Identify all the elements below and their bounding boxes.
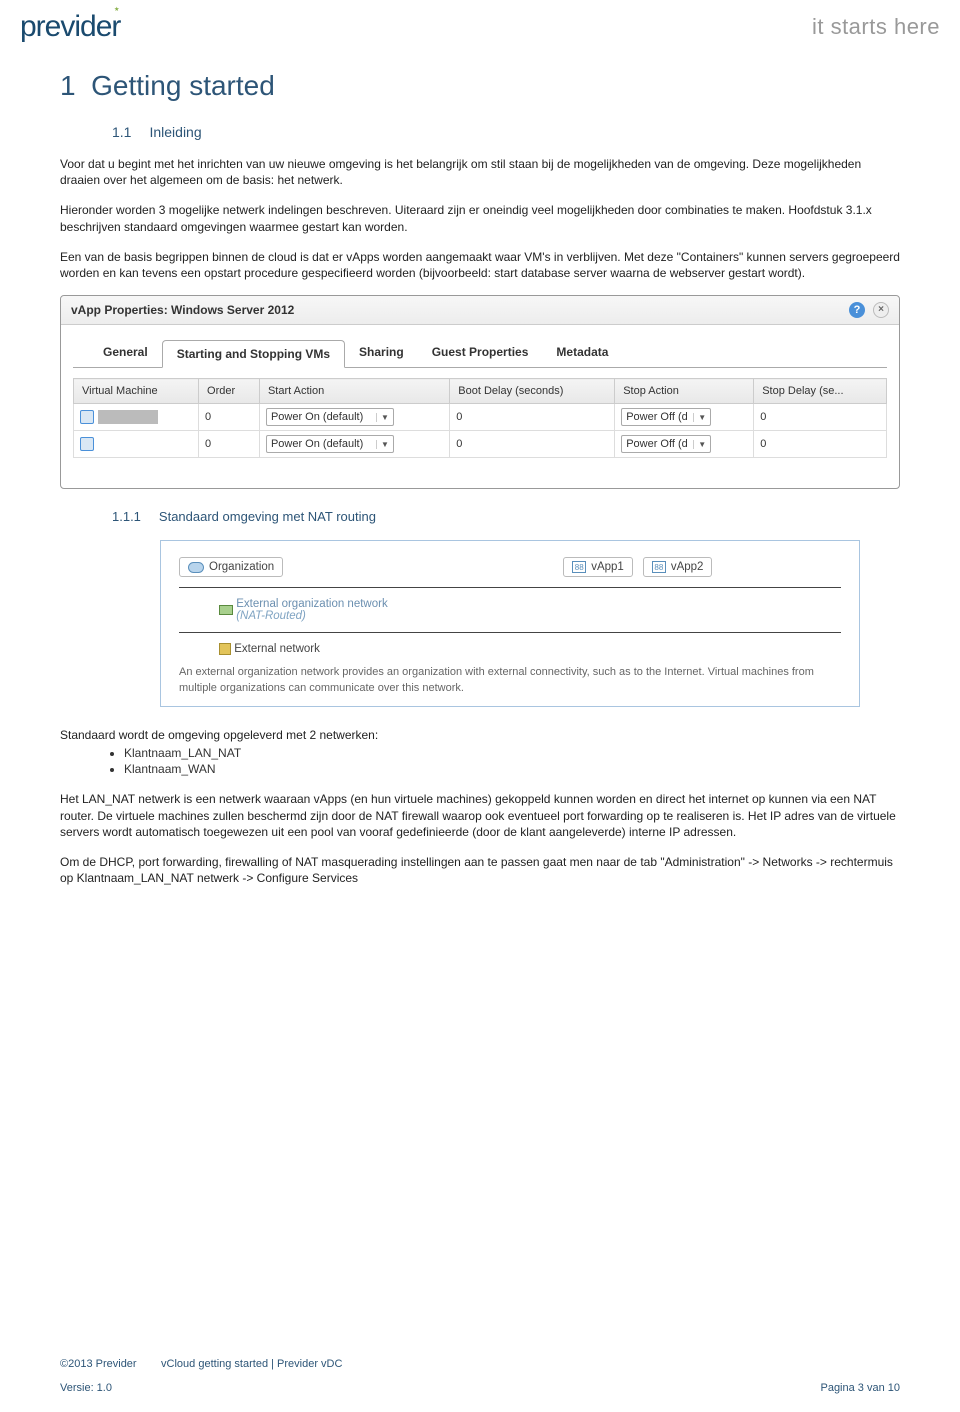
footer-center: vCloud getting started | Previder vDC xyxy=(161,1358,342,1370)
h2-number: 1.1 xyxy=(112,124,131,140)
chevron-down-icon: ▼ xyxy=(693,413,706,422)
cell-boot-delay[interactable]: 0 xyxy=(450,404,615,431)
cell-boot-delay[interactable]: 0 xyxy=(450,431,615,458)
vapp-icon: 88 xyxy=(572,561,586,573)
h2-text: Inleiding xyxy=(149,124,201,140)
col-stop-delay[interactable]: Stop Delay (se... xyxy=(754,379,887,404)
cell-order[interactable]: 0 xyxy=(199,431,260,458)
h3-number: 1.1.1 xyxy=(112,509,141,524)
tab-starting-stopping-vms[interactable]: Starting and Stopping VMs xyxy=(162,340,345,368)
extorg-sub: (NAT-Routed) xyxy=(236,610,306,622)
table-row[interactable]: 0 Power On (default) ▼ 0 Power Off (d ▼ 0 xyxy=(74,404,887,431)
dd-value: Power Off (d xyxy=(626,411,688,423)
diagram-line xyxy=(179,632,841,633)
start-action-dropdown[interactable]: Power On (default) ▼ xyxy=(266,408,394,426)
list-item: Klantnaam_LAN_NAT xyxy=(124,745,900,761)
col-start-action[interactable]: Start Action xyxy=(259,379,449,404)
col-virtual-machine[interactable]: Virtual Machine xyxy=(74,379,199,404)
dd-value: Power On (default) xyxy=(271,411,363,423)
extnet-label: External network xyxy=(234,643,320,655)
tab-metadata[interactable]: Metadata xyxy=(542,339,622,367)
tagline: it starts here xyxy=(812,14,940,40)
tab-sharing[interactable]: Sharing xyxy=(345,339,418,367)
vm-table: Virtual Machine Order Start Action Boot … xyxy=(73,378,887,458)
vm-icon xyxy=(80,410,94,424)
footer-page: Pagina 3 van 10 xyxy=(820,1382,900,1394)
vapp1-label: vApp1 xyxy=(591,561,624,573)
network-diagram: Organization 88 vApp1 88 vApp2 External … xyxy=(160,540,860,707)
logo: previder ٭ xyxy=(20,10,120,44)
para-2: Hieronder worden 3 mogelijke netwerk ind… xyxy=(60,202,900,234)
col-stop-action[interactable]: Stop Action xyxy=(615,379,754,404)
para-6: Om de DHCP, port forwarding, firewalling… xyxy=(60,854,900,886)
list-item: Klantnaam_WAN xyxy=(124,761,900,777)
diagram-caption: An external organization network provide… xyxy=(179,665,841,696)
heading-2: 1.1 Inleiding xyxy=(112,124,900,140)
h1-number: 1 xyxy=(60,70,76,101)
page-footer: ©2013 Previder vCloud getting started | … xyxy=(60,1346,900,1394)
tab-guest-properties[interactable]: Guest Properties xyxy=(418,339,543,367)
network-list: Klantnaam_LAN_NAT Klantnaam_WAN xyxy=(124,745,900,777)
cloud-icon xyxy=(188,562,204,573)
vapp2-label: vApp2 xyxy=(671,561,704,573)
cell-order[interactable]: 0 xyxy=(199,404,260,431)
help-icon[interactable]: ? xyxy=(849,302,865,318)
cell-stop-delay[interactable]: 0 xyxy=(754,431,887,458)
col-order[interactable]: Order xyxy=(199,379,260,404)
close-icon[interactable]: × xyxy=(873,302,889,318)
tab-general[interactable]: General xyxy=(89,339,162,367)
dialog-body: Virtual Machine Order Start Action Boot … xyxy=(73,367,887,488)
external-network-icon xyxy=(219,643,231,655)
vapp-properties-dialog: vApp Properties: Windows Server 2012 ? ×… xyxy=(60,295,900,489)
chevron-down-icon: ▼ xyxy=(376,413,389,422)
dialog-tabs: General Starting and Stopping VMs Sharin… xyxy=(61,325,899,367)
h3-text: Standaard omgeving met NAT routing xyxy=(159,509,376,524)
cell-stop-delay[interactable]: 0 xyxy=(754,404,887,431)
footer-version: Versie: 1.0 xyxy=(60,1382,112,1394)
col-boot-delay[interactable]: Boot Delay (seconds) xyxy=(450,379,615,404)
dialog-title-text: vApp Properties: Windows Server 2012 xyxy=(71,303,294,317)
extorg-label: External organization network xyxy=(236,598,388,610)
vapp1-box: 88 vApp1 xyxy=(563,557,633,577)
logo-text: previder xyxy=(20,10,120,43)
dd-value: Power Off (d xyxy=(626,438,688,450)
table-row[interactable]: 0 Power On (default) ▼ 0 Power Off (d ▼ 0 xyxy=(74,431,887,458)
vapp-icon: 88 xyxy=(652,561,666,573)
org-box: Organization xyxy=(179,557,283,577)
chevron-down-icon: ▼ xyxy=(693,440,706,449)
logo-dots-icon: ٭ xyxy=(114,4,119,15)
h1-text: Getting started xyxy=(91,70,275,101)
diagram-line xyxy=(179,587,841,588)
stop-action-dropdown[interactable]: Power Off (d ▼ xyxy=(621,408,711,426)
network-icon xyxy=(219,605,233,615)
para-3: Een van de basis begrippen binnen de clo… xyxy=(60,249,900,281)
org-label: Organization xyxy=(209,561,274,573)
para-4-intro: Standaard wordt de omgeving opgeleverd m… xyxy=(60,727,900,743)
para-5: Het LAN_NAT netwerk is een netwerk waara… xyxy=(60,791,900,840)
heading-1: 1 Getting started xyxy=(60,70,900,102)
stop-action-dropdown[interactable]: Power Off (d ▼ xyxy=(621,435,711,453)
chevron-down-icon: ▼ xyxy=(376,440,389,449)
vapp2-box: 88 vApp2 xyxy=(643,557,713,577)
dialog-titlebar: vApp Properties: Windows Server 2012 ? × xyxy=(61,296,899,325)
heading-3: 1.1.1 Standaard omgeving met NAT routing xyxy=(112,509,900,524)
footer-copyright: ©2013 Previder xyxy=(60,1358,137,1370)
para-1: Voor dat u begint met het inrichten van … xyxy=(60,156,900,188)
vm-name-masked xyxy=(98,410,158,424)
vm-icon xyxy=(80,437,94,451)
dd-value: Power On (default) xyxy=(271,438,363,450)
start-action-dropdown[interactable]: Power On (default) ▼ xyxy=(266,435,394,453)
